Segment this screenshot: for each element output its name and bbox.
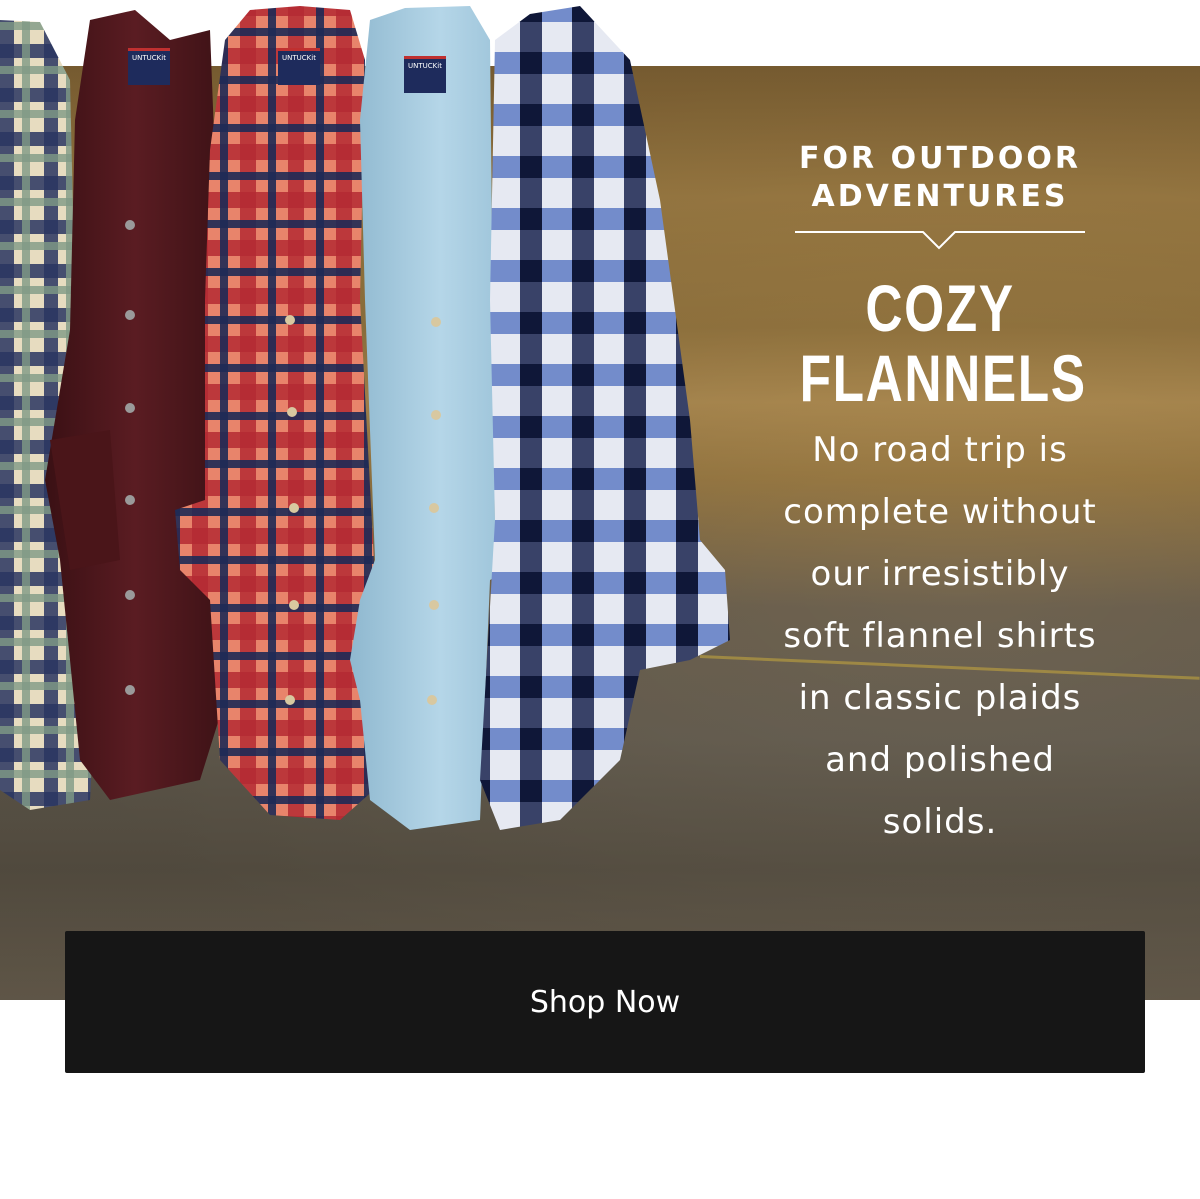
body-copy: No road trip is complete without our irr… — [783, 430, 1097, 842]
chevron-divider-icon — [795, 231, 1085, 250]
shirt-label-1: UNTUCKit — [128, 48, 170, 85]
shop-now-label: Shop Now — [529, 984, 681, 1020]
eyebrow-line-2: ADVENTURES — [811, 179, 1069, 214]
eyebrow-text: FOR OUTDOOR ADVENTURES — [760, 140, 1120, 216]
shop-now-button[interactable]: Shop Now — [65, 931, 1145, 1073]
flannel-shirts-image — [0, 6, 730, 830]
hero-banner: UNTUCKit UNTUCKit UNTUCKit FOR OUTDOOR A… — [0, 0, 1200, 1000]
shirt-label-2: UNTUCKit — [278, 48, 320, 85]
section-title: COZY FLANNELS — [800, 271, 1085, 413]
headline-block: FOR OUTDOOR ADVENTURES COZY FLANNELS No … — [760, 140, 1120, 853]
title-line-2: FLANNELS — [799, 341, 1087, 415]
shirt-label-3: UNTUCKit — [404, 56, 446, 93]
eyebrow-line-1: FOR OUTDOOR — [799, 141, 1081, 176]
title-line-1: COZY — [865, 271, 1015, 345]
